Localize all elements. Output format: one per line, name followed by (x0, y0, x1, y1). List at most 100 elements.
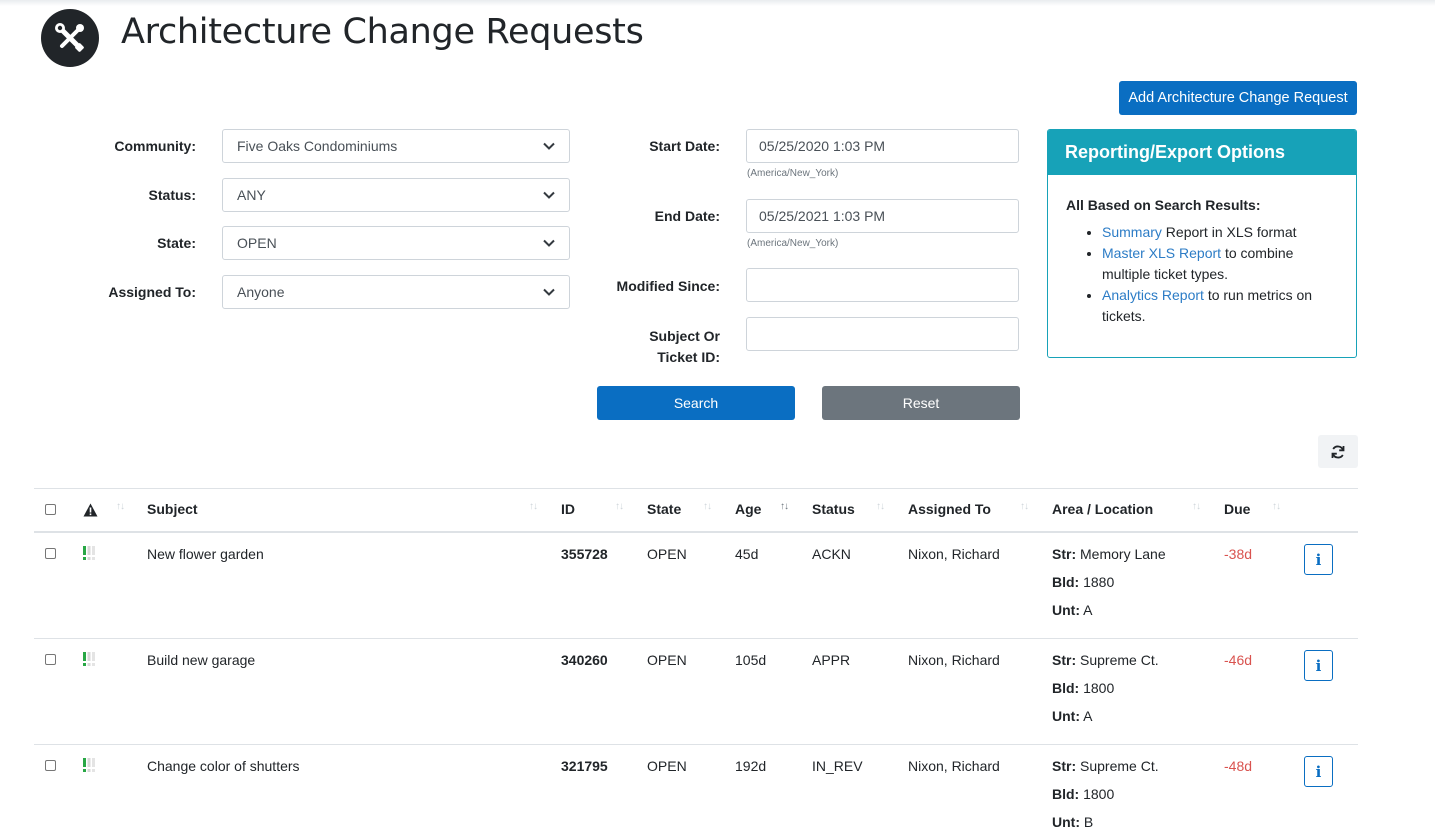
column-header-age[interactable]: Age (735, 501, 761, 517)
sort-icon[interactable]: ↑↓ (703, 501, 712, 512)
row-due: -46d (1224, 652, 1253, 668)
summary-report-link[interactable]: Summary (1102, 224, 1162, 240)
row-age: 192d (735, 758, 767, 774)
sort-asc-icon[interactable]: ↑↓ (780, 501, 789, 512)
column-header-id[interactable]: ID (561, 501, 575, 517)
assigned-to-select[interactable]: Anyone (222, 275, 570, 309)
street-label: Str: (1052, 546, 1077, 562)
row-status: APPR (812, 652, 851, 668)
sort-icon[interactable]: ↑↓ (529, 501, 538, 512)
unit-label: Unt: (1052, 602, 1080, 618)
modified-since-input[interactable] (746, 268, 1019, 302)
info-button[interactable]: i (1304, 756, 1333, 787)
row-subject[interactable]: Change color of shutters (147, 758, 300, 774)
row-divider (34, 638, 1358, 639)
building-label: Bld: (1052, 574, 1080, 590)
start-date-timezone: (America/New_York) (747, 168, 839, 179)
row-id: 321795 (561, 758, 608, 774)
row-checkbox[interactable] (45, 760, 56, 771)
table-header-border (34, 531, 1358, 533)
sort-icon[interactable]: ↑↓ (876, 501, 885, 512)
analytics-report-link[interactable]: Analytics Report (1102, 287, 1204, 303)
state-select-value: OPEN (237, 235, 277, 251)
sort-icon[interactable]: ↑↓ (1020, 501, 1029, 512)
row-status: IN_REV (812, 758, 863, 774)
state-select[interactable]: OPEN (222, 226, 570, 260)
row-unit: Unt: A (1052, 708, 1092, 724)
column-header-status[interactable]: Status (812, 501, 855, 517)
column-header-area-location[interactable]: Area / Location (1052, 501, 1153, 517)
priority-icon (83, 546, 95, 560)
street-label: Str: (1052, 652, 1077, 668)
row-divider (34, 744, 1358, 745)
row-building: Bld: 1800 (1052, 680, 1114, 696)
row-street: Str: Memory Lane (1052, 546, 1166, 562)
modified-since-label: Modified Since: (616, 278, 720, 294)
row-age: 45d (735, 546, 759, 562)
row-subject[interactable]: New flower garden (147, 546, 264, 562)
report-item-analytics: Analytics Report to run metrics on ticke… (1102, 285, 1338, 327)
row-building: Bld: 1800 (1052, 786, 1114, 802)
row-subject[interactable]: Build new garage (147, 652, 255, 668)
column-header-state[interactable]: State (647, 501, 681, 517)
row-checkbox[interactable] (45, 548, 56, 559)
info-button[interactable]: i (1304, 650, 1333, 681)
unit-label: Unt: (1052, 814, 1080, 830)
info-button[interactable]: i (1304, 544, 1333, 575)
street-label: Str: (1052, 758, 1077, 774)
reset-button[interactable]: Reset (822, 386, 1020, 420)
sort-icon[interactable]: ↑↓ (116, 501, 125, 512)
select-all-checkbox[interactable] (45, 504, 56, 515)
column-header-assigned-to[interactable]: Assigned To (908, 501, 991, 517)
unit-value: A (1083, 708, 1093, 724)
column-header-subject[interactable]: Subject (147, 501, 198, 517)
reporting-export-panel: Reporting/Export Options All Based on Se… (1047, 129, 1357, 358)
subject-ticket-input[interactable] (746, 317, 1019, 351)
building-value: 1880 (1083, 574, 1115, 590)
state-label: State: (157, 235, 196, 251)
warning-icon[interactable] (83, 503, 98, 517)
sort-icon[interactable]: ↑↓ (1272, 501, 1281, 512)
summary-report-text: Report in XLS format (1161, 224, 1297, 240)
unit-value: B (1083, 814, 1094, 830)
start-date-input[interactable] (746, 129, 1019, 163)
row-state: OPEN (647, 546, 687, 562)
search-button[interactable]: Search (597, 386, 795, 420)
row-street: Str: Supreme Ct. (1052, 652, 1159, 668)
street-value: Supreme Ct. (1080, 758, 1159, 774)
building-label: Bld: (1052, 680, 1080, 696)
table-top-border (34, 488, 1358, 489)
community-select[interactable]: Five Oaks Condominiums (222, 129, 570, 163)
building-label: Bld: (1052, 786, 1080, 802)
subject-ticket-label: Subject Or Ticket ID: (580, 326, 720, 368)
report-item-master: Master XLS Report to combine multiple ti… (1102, 243, 1338, 285)
chevron-down-icon (543, 191, 555, 199)
end-date-input[interactable] (746, 199, 1019, 233)
building-value: 1800 (1083, 786, 1115, 802)
building-value: 1800 (1083, 680, 1115, 696)
priority-icon (83, 652, 95, 666)
row-checkbox[interactable] (45, 654, 56, 665)
row-due: -48d (1224, 758, 1253, 774)
row-building: Bld: 1880 (1052, 574, 1114, 590)
top-shadow (0, 0, 1435, 6)
sort-icon[interactable]: ↑↓ (1192, 501, 1201, 512)
row-assigned-to: Nixon, Richard (908, 652, 1000, 668)
row-unit: Unt: A (1052, 602, 1092, 618)
refresh-button[interactable] (1318, 435, 1358, 468)
refresh-icon (1331, 445, 1345, 458)
status-label: Status: (148, 187, 196, 203)
start-date-label: Start Date: (649, 138, 720, 154)
sort-icon[interactable]: ↑↓ (615, 501, 624, 512)
row-due: -38d (1224, 546, 1253, 562)
community-select-value: Five Oaks Condominiums (237, 138, 398, 154)
column-header-due[interactable]: Due (1224, 501, 1250, 517)
assigned-to-select-value: Anyone (237, 284, 285, 300)
row-id: 355728 (561, 546, 608, 562)
priority-icon (83, 758, 95, 772)
status-select[interactable]: ANY (222, 178, 570, 212)
subject-ticket-label-line2: Ticket ID: (657, 349, 720, 365)
master-xls-report-link[interactable]: Master XLS Report (1102, 245, 1221, 261)
add-request-button[interactable]: Add Architecture Change Request (1119, 81, 1357, 115)
row-assigned-to: Nixon, Richard (908, 758, 1000, 774)
